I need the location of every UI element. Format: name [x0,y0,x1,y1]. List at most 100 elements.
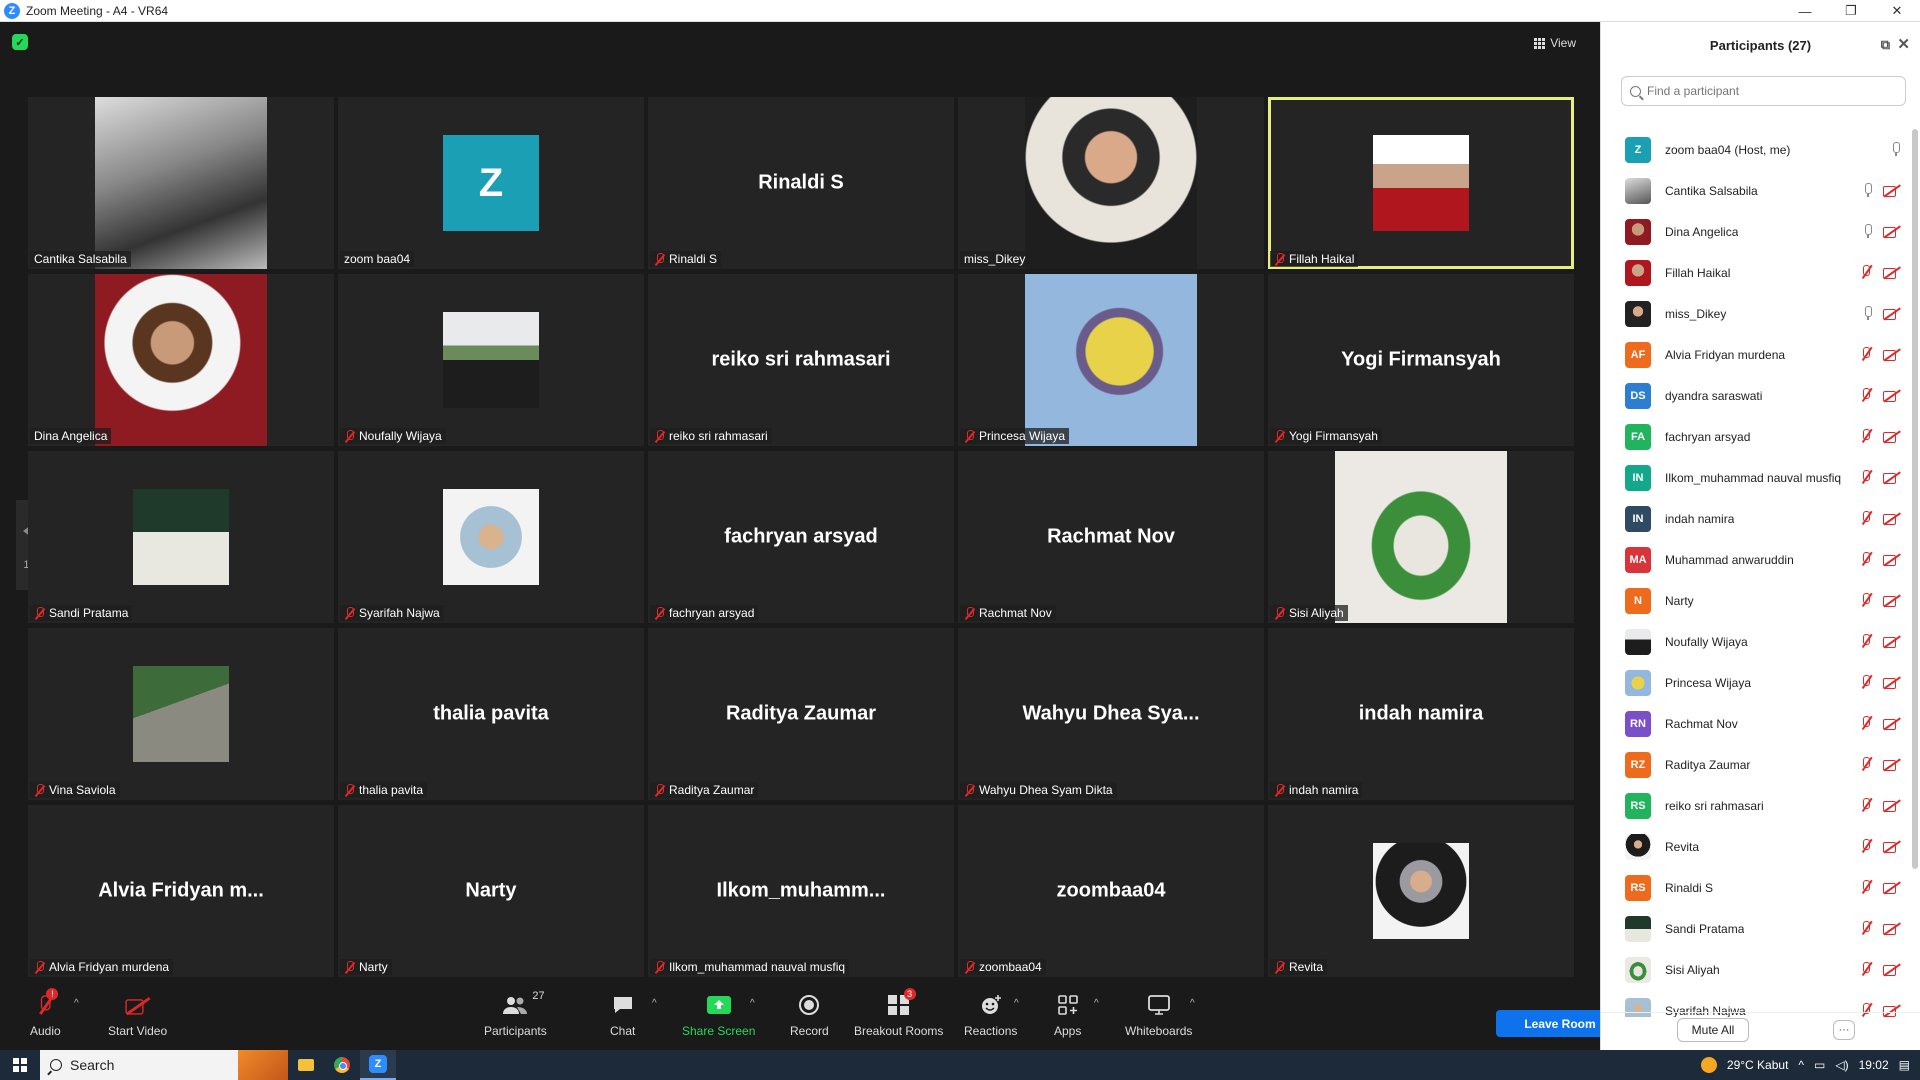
video-tile[interactable]: Sisi Aliyah [1268,451,1574,623]
mute-all-button[interactable]: Mute All [1677,1018,1749,1042]
whiteboards-button[interactable]: Whiteboards [1125,992,1192,1038]
audio-options-caret[interactable]: ^ [74,998,79,1009]
chrome-button[interactable] [324,1050,360,1080]
video-tile[interactable]: Rinaldi S Rinaldi S [648,97,954,269]
weather-text[interactable]: 29°C Kabut [1727,1058,1789,1072]
video-tile[interactable]: fachryan arsyad fachryan arsyad [648,451,954,623]
participant-row[interactable]: FA fachryan arsyad [1601,416,1911,457]
tile-display-name: Yogi Firmansyah [1341,348,1501,371]
participant-status-icons [1859,839,1901,853]
video-tile[interactable]: Cantika Salsabila [28,97,334,269]
breakout-rooms-button[interactable]: 3 Breakout Rooms [854,988,943,1038]
taskbar-search[interactable]: Search [40,1050,288,1080]
participant-row[interactable]: DS dyandra saraswati [1601,375,1911,416]
participant-row[interactable]: Noufally Wijaya [1601,621,1911,662]
video-tile[interactable]: Narty Narty [338,805,644,977]
tile-participant-name: Rinaldi S [669,252,718,266]
clock[interactable]: 19:02 [1859,1058,1889,1072]
apps-button[interactable]: Apps [1054,992,1081,1038]
video-tile[interactable]: Rachmat Nov Rachmat Nov [958,451,1264,623]
participant-row[interactable]: miss_Dikey [1601,293,1911,334]
participant-search-input[interactable] [1647,84,1877,98]
participant-row[interactable]: IN indah namira [1601,498,1911,539]
participant-row[interactable]: RN Rachmat Nov [1601,703,1911,744]
pop-out-icon[interactable]: ⧉ [1881,37,1890,53]
video-tile[interactable]: Vina Saviola [28,628,334,800]
encryption-shield-icon[interactable]: ✓ [12,34,28,50]
reactions-button[interactable]: Reactions [964,992,1017,1038]
zoom-taskbar-button[interactable]: Z [360,1050,396,1080]
file-explorer-button[interactable] [288,1050,324,1080]
chat-options-caret[interactable]: ^ [652,998,657,1009]
video-tile[interactable]: Fillah Haikal [1268,97,1574,269]
participant-list[interactable]: Zzoom baa04 (Host, me) Cantika Salsabila D… [1601,129,1911,1017]
video-tile[interactable]: Princesa Wijaya [958,274,1264,446]
video-tile[interactable]: Alvia Fridyan m... Alvia Fridyan murdena [28,805,334,977]
chat-button[interactable]: Chat [610,992,635,1038]
view-button[interactable]: View [1526,32,1584,54]
video-tile[interactable]: Noufally Wijaya [338,274,644,446]
reactions-options-caret[interactable]: ^ [1014,998,1019,1009]
participant-row[interactable]: Princesa Wijaya [1601,662,1911,703]
video-tile[interactable]: Revita [1268,805,1574,977]
maximize-button[interactable]: ❐ [1828,0,1874,22]
tile-participant-name: indah namira [1289,783,1359,797]
participant-row[interactable]: Sisi Aliyah [1601,949,1911,990]
close-button[interactable]: ✕ [1874,0,1920,22]
participant-row[interactable]: RS reiko sri rahmasari [1601,785,1911,826]
network-icon[interactable]: ▭ [1814,1058,1825,1072]
minimize-button[interactable]: — [1782,0,1828,22]
zoom-logo-icon: Z [4,2,20,19]
mic-muted-icon [1274,961,1285,973]
share-options-caret[interactable]: ^ [750,998,755,1009]
start-video-button[interactable]: Start Video [108,992,167,1038]
notifications-icon[interactable]: ▤ [1899,1058,1910,1072]
mic-muted-icon [344,430,355,442]
participant-row[interactable]: IN Ilkom_muhammad nauval musfiq [1601,457,1911,498]
video-tile[interactable]: Yogi Firmansyah Yogi Firmansyah [1268,274,1574,446]
share-screen-button[interactable]: Share Screen [682,992,755,1038]
video-tile[interactable]: Syarifah Najwa [338,451,644,623]
start-button[interactable] [0,1050,40,1080]
video-tile[interactable]: Dina Angelica [28,274,334,446]
participant-row[interactable]: Cantika Salsabila [1601,170,1911,211]
video-tile[interactable]: miss_Dikey [958,97,1264,269]
participant-row[interactable]: AF Alvia Fridyan murdena [1601,334,1911,375]
participant-row[interactable]: Revita [1601,826,1911,867]
participant-row[interactable]: N Narty [1601,580,1911,621]
participant-row[interactable]: Dina Angelica [1601,211,1911,252]
close-panel-icon[interactable]: ✕ [1897,35,1910,53]
video-tile[interactable]: zoombaa04 zoombaa04 [958,805,1264,977]
record-button[interactable]: Record [790,992,829,1038]
participant-row[interactable]: RS Rinaldi S [1601,867,1911,908]
video-tile[interactable]: Sandi Pratama [28,451,334,623]
video-tile[interactable]: Raditya Zaumar Raditya Zaumar [648,628,954,800]
participant-name: Fillah Haikal [1665,265,1731,280]
participant-row[interactable]: Zzoom baa04 (Host, me) [1601,129,1911,170]
video-tile[interactable]: reiko sri rahmasari reiko sri rahmasari [648,274,954,446]
video-tile[interactable]: thalia pavita thalia pavita [338,628,644,800]
whiteboard-icon [1147,992,1170,1018]
video-off-icon [1883,676,1901,689]
apps-options-caret[interactable]: ^ [1094,998,1099,1009]
audio-button[interactable]: ! Audio [30,988,61,1038]
participants-button[interactable]: 27 Participants [484,990,547,1038]
windows-logo-icon [13,1058,27,1072]
volume-icon[interactable]: ◁) [1835,1058,1848,1072]
participant-row[interactable]: MA Muhammad anwaruddin [1601,539,1911,580]
participant-row[interactable]: Fillah Haikal [1601,252,1911,293]
participant-row[interactable]: Sandi Pratama [1601,908,1911,949]
participant-row[interactable]: RZ Raditya Zaumar [1601,744,1911,785]
video-tile[interactable]: Zzoom baa04 [338,97,644,269]
participant-search-box[interactable] [1621,76,1906,106]
whiteboards-options-caret[interactable]: ^ [1190,998,1195,1009]
video-tile[interactable]: indah namira indah namira [1268,628,1574,800]
more-options-button[interactable]: ··· [1833,1020,1855,1040]
participant-list-scrollbar[interactable] [1912,129,1918,869]
tile-name-label: Sandi Pratama [30,605,133,621]
participant-avatar: AF [1625,341,1651,368]
video-tile[interactable]: Wahyu Dhea Sya... Wahyu Dhea Syam Dikta [958,628,1264,800]
tile-name-label: reiko sri rahmasari [650,428,772,444]
video-tile[interactable]: Ilkom_muhamm... Ilkom_muhammad nauval mus… [648,805,954,977]
tray-chevron-icon[interactable]: ^ [1798,1058,1804,1072]
